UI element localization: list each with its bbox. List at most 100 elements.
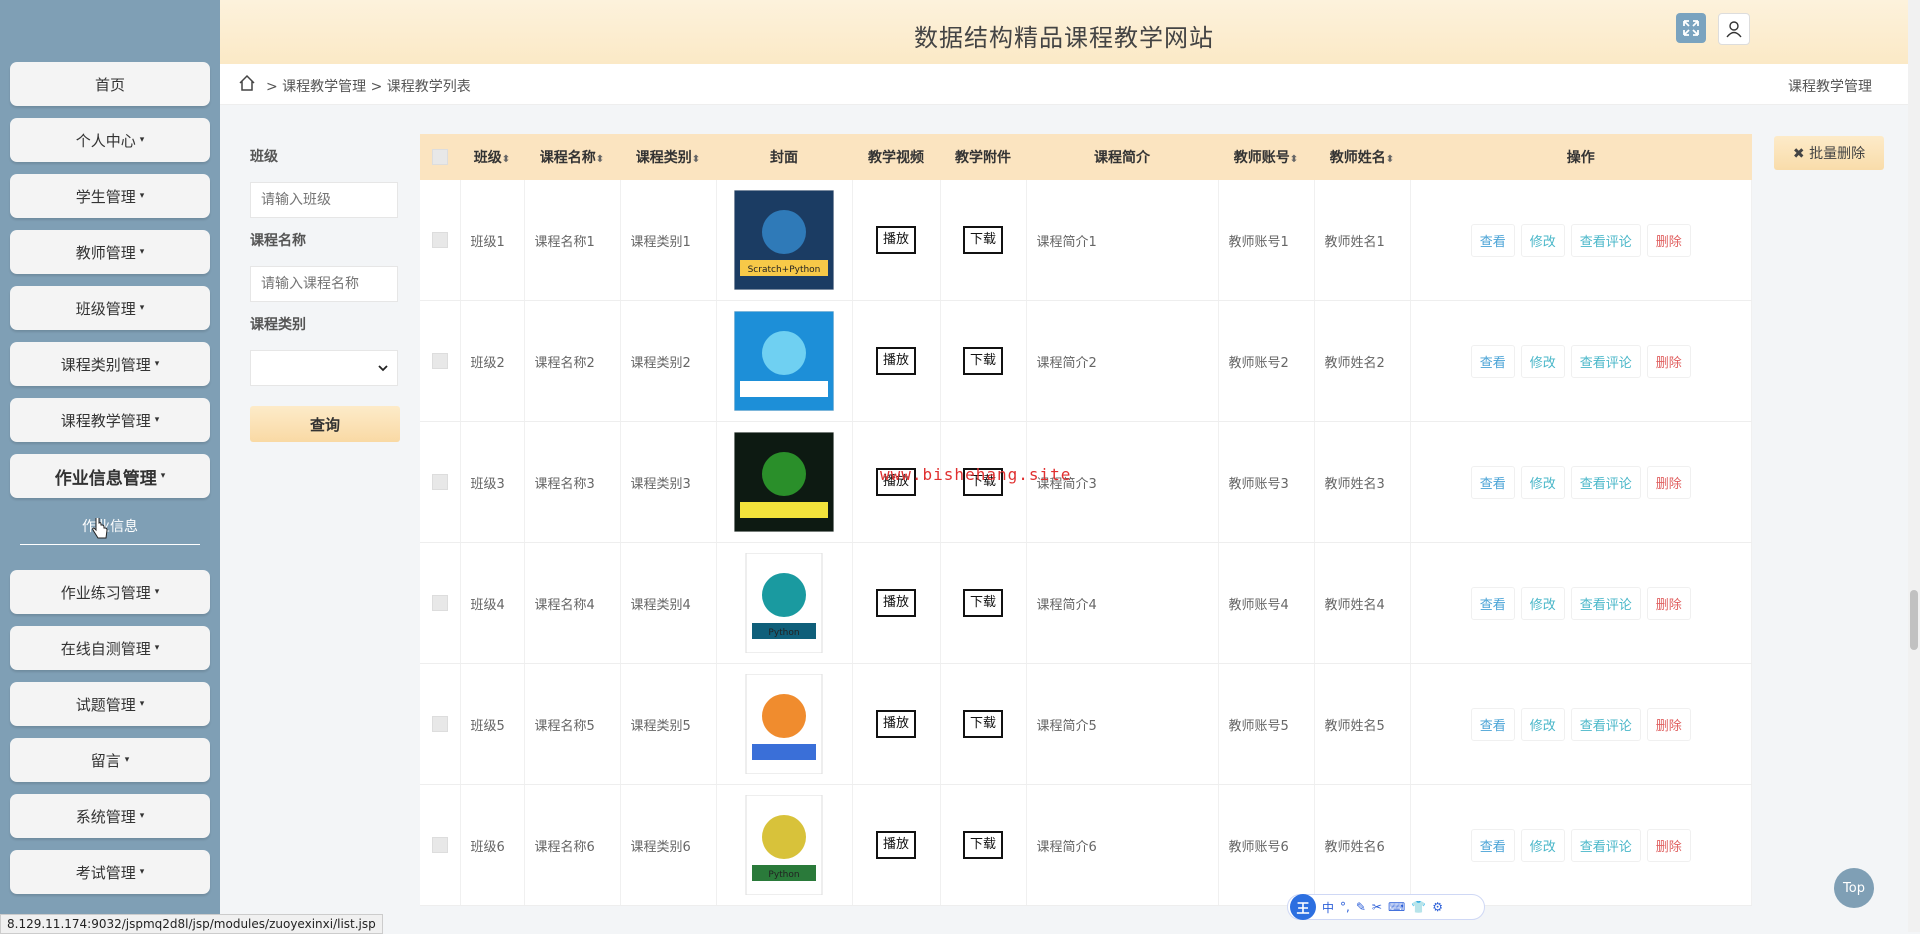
sidebar-item-exam-mgmt[interactable]: 考试管理 ▾ — [10, 850, 210, 894]
play-button[interactable]: 播放 — [875, 226, 916, 254]
view-comments-button[interactable]: 查看评论 — [1570, 465, 1641, 499]
sidebar-item-class-mgmt[interactable]: 班级管理 ▾ — [10, 286, 210, 330]
sidebar-item-personal-center[interactable]: 个人中心 ▾ — [10, 118, 210, 162]
row-checkbox[interactable] — [431, 716, 448, 732]
sidebar-item-home[interactable]: 首页 — [10, 62, 210, 106]
download-button[interactable]: 下载 — [962, 347, 1003, 375]
sidebar-item-system-mgmt[interactable]: 系统管理 ▾ — [10, 794, 210, 838]
row-checkbox[interactable] — [431, 353, 448, 369]
header-cover: 封面 — [716, 134, 852, 180]
view-button[interactable]: 查看 — [1470, 707, 1515, 741]
header-teacher-name[interactable]: 教师姓名⬍ — [1314, 134, 1410, 180]
view-button[interactable]: 查看 — [1470, 465, 1515, 499]
caret-down-icon: ▾ — [154, 415, 160, 425]
delete-button[interactable]: 删除 — [1646, 344, 1691, 378]
view-button[interactable]: 查看 — [1470, 828, 1515, 862]
play-button[interactable]: 播放 — [875, 710, 916, 738]
cell-course-category: 课程类别6 — [620, 784, 717, 906]
scrollbar-thumb[interactable] — [1910, 590, 1918, 650]
view-comments-button[interactable]: 查看评论 — [1570, 828, 1641, 862]
fullscreen-button[interactable] — [1676, 13, 1706, 43]
ime-lang-toggle[interactable]: 中 — [1322, 899, 1334, 916]
batch-delete-button[interactable]: ✖ 批量删除 — [1774, 136, 1884, 170]
row-checkbox[interactable] — [431, 595, 448, 611]
caret-down-icon: ▾ — [154, 643, 160, 653]
sidebar-item-online-test-mgmt[interactable]: 在线自测管理 ▾ — [10, 626, 210, 670]
view-button[interactable]: 查看 — [1470, 586, 1515, 620]
header-class[interactable]: 班级⬍ — [460, 134, 524, 180]
select-all-cell[interactable] — [420, 134, 460, 180]
back-to-top-button[interactable]: Top — [1834, 868, 1874, 908]
sidebar-item-homework-practice-mgmt[interactable]: 作业练习管理 ▾ — [10, 570, 210, 614]
download-button[interactable]: 下载 — [962, 831, 1003, 859]
submenu-item-homework-info[interactable]: 作业信息 — [20, 514, 200, 545]
header-teacher-account[interactable]: 教师账号⬍ — [1218, 134, 1314, 180]
sidebar-item-label: 学生管理 — [75, 187, 136, 206]
view-comments-button[interactable]: 查看评论 — [1570, 707, 1641, 741]
cell-actions: 查看 修改 查看评论 删除 — [1410, 421, 1752, 543]
sidebar-item-label: 班级管理 — [75, 299, 136, 318]
cell-class: 班级4 — [460, 542, 525, 664]
gear-icon[interactable]: ⚙ — [1432, 900, 1443, 914]
download-button[interactable]: 下载 — [962, 589, 1003, 617]
view-comments-button[interactable]: 查看评论 — [1570, 223, 1641, 257]
shirt-icon[interactable]: 👕 — [1411, 900, 1426, 914]
home-icon[interactable] — [238, 74, 256, 92]
edit-button[interactable]: 修改 — [1520, 223, 1565, 257]
sidebar-item-teacher-mgmt[interactable]: 教师管理 ▾ — [10, 230, 210, 274]
download-button[interactable]: 下载 — [962, 226, 1003, 254]
delete-button[interactable]: 删除 — [1646, 465, 1691, 499]
row-checkbox[interactable] — [431, 232, 448, 248]
header-course-name[interactable]: 课程名称⬍ — [524, 134, 620, 180]
class-input[interactable] — [250, 182, 398, 218]
sidebar-item-message[interactable]: 留言 ▾ — [10, 738, 210, 782]
row-select-cell[interactable] — [420, 421, 461, 543]
select-all-checkbox[interactable] — [432, 149, 448, 165]
row-checkbox[interactable] — [431, 837, 448, 853]
header-video: 教学视频 — [852, 134, 940, 180]
row-select-cell[interactable] — [420, 300, 461, 422]
delete-button[interactable]: 删除 — [1646, 707, 1691, 741]
ime-logo[interactable]: 王 — [1290, 894, 1316, 920]
view-comments-button[interactable]: 查看评论 — [1570, 586, 1641, 620]
sidebar-item-course-teaching-mgmt[interactable]: 课程教学管理 ▾ — [10, 398, 210, 442]
sidebar-item-course-category-mgmt[interactable]: 课程类别管理 ▾ — [10, 342, 210, 386]
scissors-icon[interactable]: ✂ — [1372, 900, 1382, 914]
row-select-cell[interactable] — [420, 784, 461, 906]
user-button[interactable] — [1718, 13, 1750, 45]
sidebar-item-label: 在线自测管理 — [60, 639, 151, 658]
edit-button[interactable]: 修改 — [1520, 465, 1565, 499]
delete-button[interactable]: 删除 — [1646, 586, 1691, 620]
row-select-cell[interactable] — [420, 542, 461, 664]
query-button[interactable]: 查询 — [250, 406, 400, 442]
row-select-cell[interactable] — [420, 180, 461, 301]
pen-icon[interactable]: ✎ — [1356, 900, 1366, 914]
view-comments-button[interactable]: 查看评论 — [1570, 344, 1641, 378]
delete-button[interactable]: 删除 — [1646, 828, 1691, 862]
cell-actions: 查看 修改 查看评论 删除 — [1410, 300, 1752, 422]
row-checkbox[interactable] — [431, 474, 448, 490]
sidebar-item-homework-info-mgmt[interactable]: 作业信息管理 ▾ — [10, 454, 210, 498]
view-button[interactable]: 查看 — [1470, 344, 1515, 378]
delete-button[interactable]: 删除 — [1646, 223, 1691, 257]
course-name-input[interactable] — [250, 266, 398, 302]
punctuation-icon[interactable]: °, — [1340, 900, 1350, 914]
category-select[interactable] — [250, 350, 398, 386]
header-course-category[interactable]: 课程类别⬍ — [620, 134, 716, 180]
play-button[interactable]: 播放 — [875, 347, 916, 375]
view-button[interactable]: 查看 — [1470, 223, 1515, 257]
play-button[interactable]: 播放 — [875, 589, 916, 617]
edit-button[interactable]: 修改 — [1520, 344, 1565, 378]
scrollbar[interactable] — [1908, 0, 1920, 932]
caret-down-icon: ▾ — [154, 587, 160, 597]
keyboard-icon[interactable]: ⌨ — [1388, 900, 1405, 914]
row-select-cell[interactable] — [420, 663, 461, 785]
sidebar-item-question-mgmt[interactable]: 试题管理 ▾ — [10, 682, 210, 726]
play-button[interactable]: 播放 — [875, 831, 916, 859]
edit-button[interactable]: 修改 — [1520, 586, 1565, 620]
cell-course-name: 课程名称6 — [524, 784, 621, 906]
sidebar-item-student-mgmt[interactable]: 学生管理 ▾ — [10, 174, 210, 218]
edit-button[interactable]: 修改 — [1520, 707, 1565, 741]
edit-button[interactable]: 修改 — [1520, 828, 1565, 862]
download-button[interactable]: 下载 — [962, 710, 1003, 738]
